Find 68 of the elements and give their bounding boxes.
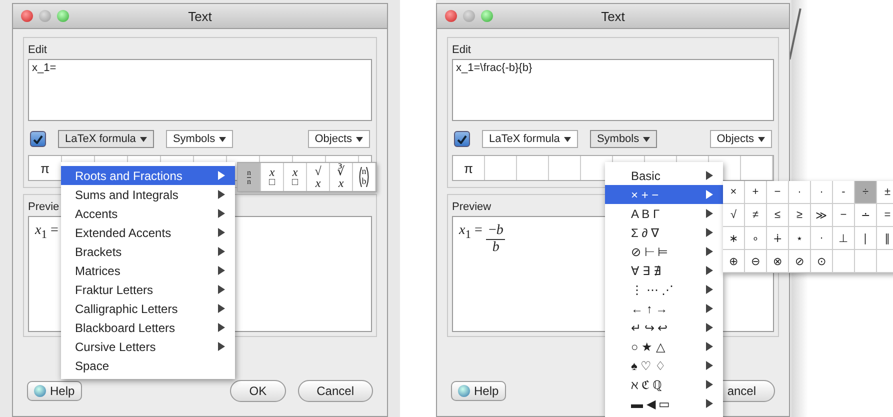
caret-icon	[758, 136, 765, 142]
menu-item[interactable]: ∀ ∃ ∄	[605, 261, 723, 280]
minimize-icon[interactable]	[39, 10, 51, 22]
menu-item[interactable]: Fraktur Letters	[61, 280, 235, 299]
help-icon	[34, 385, 46, 397]
menu-item[interactable]: Σ ∂ ∇	[605, 223, 723, 242]
empty-symbol-cell	[833, 250, 855, 273]
window-title: Text	[601, 8, 625, 24]
menu-item[interactable]: Matrices	[61, 261, 235, 280]
dropdown-button[interactable]: Objects	[308, 130, 370, 148]
paren-icon	[366, 167, 370, 187]
close-icon[interactable]	[21, 10, 33, 22]
fraction-symbol[interactable]: n n	[238, 163, 261, 191]
edit-field[interactable]: x_1=	[28, 59, 372, 121]
fraction-formula: −b b	[486, 223, 506, 256]
help-button[interactable]: Help	[27, 381, 82, 401]
close-icon[interactable]	[445, 10, 457, 22]
caret-icon	[643, 136, 650, 142]
caret-icon	[356, 136, 363, 142]
preview-label: Previe	[28, 201, 60, 213]
help-button[interactable]: Help	[451, 381, 506, 401]
edit-label: Edit	[28, 44, 48, 56]
menu-item[interactable]: × + −	[605, 185, 723, 204]
empty-symbol-cell	[855, 250, 877, 273]
zoom-icon[interactable]	[57, 10, 69, 22]
menu-item[interactable]: Α Β Γ	[605, 204, 723, 223]
caret-icon	[219, 136, 226, 142]
menu-item[interactable]: ○ ★ △	[605, 337, 723, 356]
preview-label: Preview	[452, 201, 492, 213]
menu-item[interactable]: Blackboard Letters	[61, 318, 235, 337]
menu-item[interactable]: Sums and Integrals	[61, 185, 235, 204]
menu-item[interactable]: ⋮ ⋯ ⋰	[605, 280, 723, 299]
math-symbol[interactable]: ÷	[855, 181, 877, 204]
menu-item[interactable]: ← ↑ →	[605, 299, 723, 318]
dropdown-button[interactable]: Symbols	[590, 130, 658, 148]
menu-item[interactable]: Cursive Letters	[61, 337, 235, 356]
caret-icon	[140, 136, 147, 142]
menu-item[interactable]: Roots and Fractions	[61, 166, 235, 185]
edit-field[interactable]: x_1=\frac{-b}{b}	[452, 59, 774, 121]
menu-item[interactable]: Extended Accents	[61, 223, 235, 242]
menu-item[interactable]: ⊘ ⊢ ⊨	[605, 242, 723, 261]
zoom-icon[interactable]	[481, 10, 493, 22]
dialog-button[interactable]: Cancel	[298, 380, 373, 402]
menu-item[interactable]: Accents	[61, 204, 235, 223]
minimize-icon[interactable]	[463, 10, 475, 22]
menu-item[interactable]: Brackets	[61, 242, 235, 261]
symbol-cell[interactable]: π	[453, 156, 485, 180]
dropdown-button[interactable]: LaTeX formula	[58, 130, 154, 148]
menu-item[interactable]: Basic	[605, 166, 723, 185]
menu-item[interactable]: Space	[61, 356, 235, 375]
dropdown-button[interactable]: Objects	[710, 130, 772, 148]
window-title: Text	[188, 8, 212, 24]
menu-item[interactable]: ↵ ↪ ↩	[605, 318, 723, 337]
caret-icon	[564, 136, 571, 142]
formula-text: x$_{1}$ =	[35, 223, 58, 241]
paren-icon	[358, 167, 362, 187]
dropdown-button[interactable]: Symbols	[166, 130, 234, 148]
latex-checkbox[interactable]	[454, 131, 470, 147]
help-icon	[458, 385, 470, 397]
dropdown-button[interactable]: LaTeX formula	[482, 130, 578, 148]
checkmark-icon	[457, 134, 467, 144]
latex-checkbox[interactable]	[30, 131, 46, 147]
checkmark-icon	[33, 134, 43, 144]
menu-item[interactable]: Calligraphic Letters	[61, 299, 235, 318]
menu-item[interactable]: ♠ ♡ ♢	[605, 356, 723, 375]
dialog-button[interactable]: OK	[230, 380, 286, 402]
edit-label: Edit	[452, 44, 472, 56]
formula-text: x$_{1}$ =	[459, 223, 482, 241]
